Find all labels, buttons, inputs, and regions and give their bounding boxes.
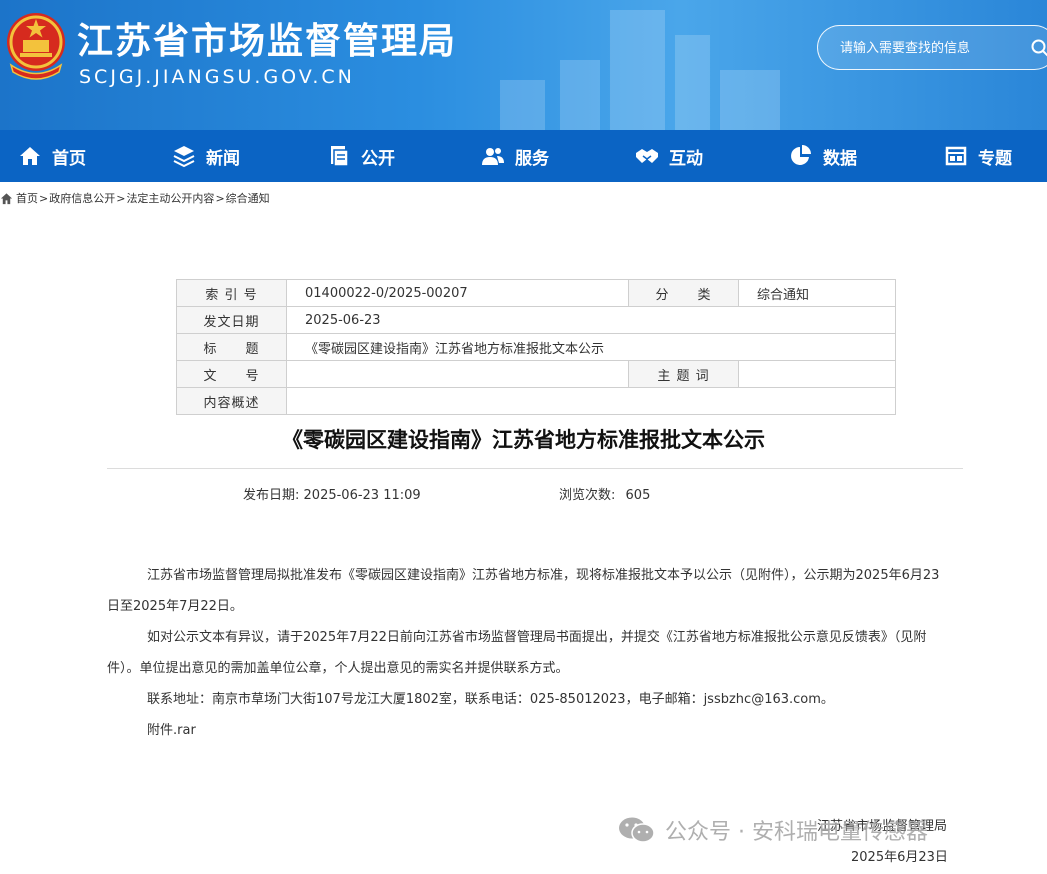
nav-item-interact[interactable]: 互动 xyxy=(635,130,703,182)
keywords-value xyxy=(738,360,896,388)
table-row: 索 引 号 01400022-0/2025-00207 分 类 综合通知 xyxy=(176,279,896,307)
keywords-label: 主 题 词 xyxy=(628,360,739,388)
body-paragraph: 联系地址：南京市草场门大街107号龙江大厦1802室，联系电话：025-8501… xyxy=(147,692,834,707)
skyline-building xyxy=(675,35,710,130)
doc-number-value xyxy=(286,360,629,388)
index-label: 索 引 号 xyxy=(176,279,287,307)
view-count: 浏览次数: 605 xyxy=(559,484,650,503)
table-row: 标 题 《零碳园区建设指南》江苏省地方标准报批文本公示 xyxy=(176,333,896,361)
main-nav: 首页 新闻 公开 服务 互动 数据 专题 xyxy=(0,130,1047,182)
nav-item-label: 新闻 xyxy=(206,148,240,169)
site-title[interactable]: 江苏省市场监督管理局 xyxy=(77,12,457,64)
nav-item-label: 服务 xyxy=(515,148,549,169)
publish-date-value: 2025-06-23 11:09 xyxy=(303,488,421,503)
title-divider xyxy=(107,468,963,469)
search-icon[interactable] xyxy=(1030,38,1047,58)
article-title: 《零碳园区建设指南》江苏省地方标准报批文本公示 xyxy=(282,428,765,452)
date-value: 2025-06-23 xyxy=(286,306,896,334)
article-body: 江苏省市场监督管理局拟批准发布《零碳园区建设指南》江苏省地方标准，现将标准报批文… xyxy=(107,560,943,746)
publish-date-label: 发布日期: xyxy=(243,488,300,503)
wechat-watermark: 公众号 · 安科瑞电量传感器 xyxy=(617,814,928,846)
breadcrumb-separator: > xyxy=(39,191,49,205)
layers-icon xyxy=(173,146,195,168)
nav-item-label: 公开 xyxy=(361,148,395,169)
search-input[interactable] xyxy=(840,38,1020,58)
site-header: 江苏省市场监督管理局 SCJGJ.JIANGSU.GOV.CN xyxy=(0,0,1047,130)
skyline-building xyxy=(500,80,545,130)
nav-item-label: 数据 xyxy=(823,148,857,169)
category-value: 综合通知 xyxy=(738,279,896,307)
people-icon xyxy=(482,148,504,165)
document-info-table: 索 引 号 01400022-0/2025-00207 分 类 综合通知 发文日… xyxy=(176,279,896,415)
skyline-building xyxy=(610,10,665,130)
nav-item-home[interactable]: 首页 xyxy=(18,130,86,182)
nav-item-news[interactable]: 新闻 xyxy=(172,130,240,182)
breadcrumb-separator: > xyxy=(215,191,225,205)
date-label: 发文日期 xyxy=(176,306,287,334)
nav-item-label: 专题 xyxy=(978,148,1012,169)
summary-label: 内容概述 xyxy=(176,387,287,415)
nav-item-public[interactable]: 公开 xyxy=(327,130,395,182)
nav-item-topics[interactable]: 专题 xyxy=(944,130,1012,182)
table-row: 内容概述 xyxy=(176,387,896,415)
nav-item-service[interactable]: 服务 xyxy=(481,130,549,182)
doc-number-label: 文 号 xyxy=(176,360,287,388)
breadcrumb-link-notice[interactable]: 综合通知 xyxy=(226,190,270,206)
body-paragraph: 如对公示文本有异议，请于2025年7月22日前向江苏省市场监督管理局书面提出，并… xyxy=(107,630,927,676)
title-label: 标 题 xyxy=(176,333,287,361)
publish-date: 发布日期: 2025-06-23 11:09 xyxy=(243,484,421,503)
breadcrumb-link-home[interactable]: 首页 xyxy=(16,190,38,206)
breadcrumb-link-public-content[interactable]: 法定主动公开内容 xyxy=(126,190,214,206)
category-label: 分 类 xyxy=(628,279,739,307)
search-box xyxy=(817,25,1047,70)
table-row: 发文日期 2025-06-23 xyxy=(176,306,896,334)
view-count-value: 605 xyxy=(625,488,651,503)
documents-icon xyxy=(331,146,349,167)
grid-window-icon xyxy=(945,146,967,166)
body-paragraph: 江苏省市场监督管理局拟批准发布《零碳园区建设指南》江苏省地方标准，现将标准报批文… xyxy=(107,568,940,614)
skyline-building xyxy=(720,70,780,130)
wechat-icon xyxy=(619,817,655,843)
site-domain: SCJGJ.JIANGSU.GOV.CN xyxy=(79,66,355,88)
view-count-label: 浏览次数: xyxy=(559,488,616,503)
skyline-building xyxy=(560,60,600,130)
national-emblem-icon xyxy=(7,13,65,80)
handshake-icon xyxy=(636,149,658,163)
breadcrumb-separator: > xyxy=(116,191,126,205)
pie-chart-icon xyxy=(791,145,811,165)
index-value: 01400022-0/2025-00207 xyxy=(286,279,629,307)
breadcrumb: 首页 > 政府信息公开 > 法定主动公开内容 > 综合通知 xyxy=(0,190,270,206)
breadcrumb-home-icon xyxy=(0,192,13,204)
nav-item-data[interactable]: 数据 xyxy=(789,130,857,182)
nav-item-label: 互动 xyxy=(669,148,703,169)
table-row: 文 号 主 题 词 xyxy=(176,360,896,388)
title-value: 《零碳园区建设指南》江苏省地方标准报批文本公示 xyxy=(286,333,896,361)
summary-value xyxy=(286,387,896,415)
home-icon xyxy=(20,147,40,165)
attachment-link[interactable]: 附件.rar xyxy=(107,715,943,746)
watermark-text: 公众号 · 安科瑞电量传感器 xyxy=(665,820,928,845)
breadcrumb-link-gov-info[interactable]: 政府信息公开 xyxy=(49,190,115,206)
nav-item-label: 首页 xyxy=(52,148,86,169)
signature-date: 2025年6月23日 xyxy=(851,850,948,865)
